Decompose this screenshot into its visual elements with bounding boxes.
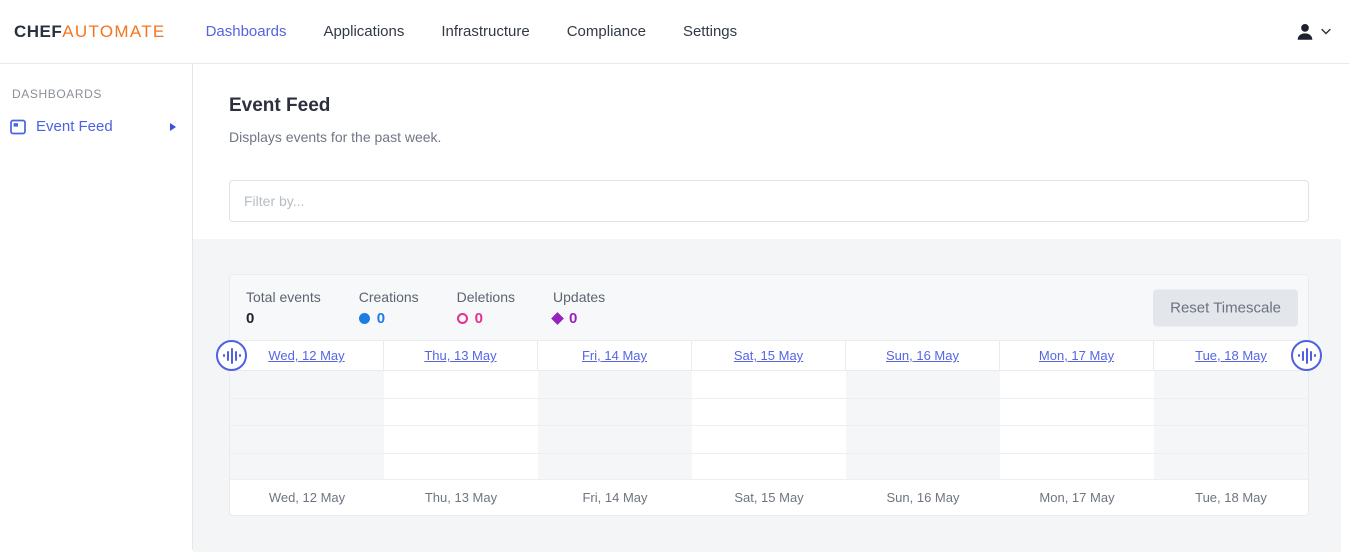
day-header-link[interactable]: Fri, 14 May bbox=[582, 348, 647, 363]
timeline-axis-labels: Wed, 12 May Thu, 13 May Fri, 14 May Sat,… bbox=[230, 480, 1308, 515]
user-profile-icon bbox=[1294, 21, 1316, 43]
nav-compliance[interactable]: Compliance bbox=[567, 23, 646, 40]
deletion-marker-icon bbox=[457, 313, 468, 324]
update-marker-icon bbox=[551, 312, 564, 325]
stat-label: Total events bbox=[246, 289, 321, 305]
top-navbar: CHEFAUTOMATE Dashboards Applications Inf… bbox=[0, 0, 1349, 64]
stat-value: 0 bbox=[246, 310, 321, 327]
stat-total-events: Total events 0 bbox=[246, 289, 321, 327]
day-axis-label: Fri, 14 May bbox=[538, 490, 692, 505]
page-title: Event Feed bbox=[229, 95, 1349, 117]
filter-input[interactable] bbox=[229, 180, 1309, 222]
nav-settings[interactable]: Settings bbox=[683, 23, 737, 40]
main-nav: Dashboards Applications Infrastructure C… bbox=[206, 23, 738, 40]
stat-deletions: Deletions 0 bbox=[457, 289, 515, 327]
timeline-grid bbox=[230, 371, 1308, 480]
day-header-link[interactable]: Wed, 12 May bbox=[268, 348, 344, 363]
day-header-link[interactable]: Sun, 16 May bbox=[886, 348, 959, 363]
sidebar: DASHBOARDS Event Feed bbox=[0, 64, 193, 550]
day-axis-label: Mon, 17 May bbox=[1000, 490, 1154, 505]
nav-dashboards[interactable]: Dashboards bbox=[206, 23, 287, 40]
stat-label: Updates bbox=[553, 289, 605, 305]
chef-automate-logo[interactable]: CHEFAUTOMATE bbox=[14, 22, 166, 42]
user-menu[interactable] bbox=[1294, 21, 1335, 43]
logo-automate-text: AUTOMATE bbox=[62, 22, 165, 41]
nav-applications[interactable]: Applications bbox=[323, 23, 404, 40]
event-stats-row: Total events 0 Creations 0 Deletions bbox=[230, 275, 1308, 340]
grid-line bbox=[230, 398, 1308, 399]
timeline-day-headers: Wed, 12 May Thu, 13 May Fri, 14 May Sat,… bbox=[230, 340, 1308, 371]
grid-line bbox=[230, 425, 1308, 426]
nav-infrastructure[interactable]: Infrastructure bbox=[441, 23, 529, 40]
event-feed-panel: Total events 0 Creations 0 Deletions bbox=[193, 239, 1341, 552]
day-axis-label: Tue, 18 May bbox=[1154, 490, 1308, 505]
stat-value: 0 bbox=[457, 310, 515, 327]
stat-updates: Updates 0 bbox=[553, 289, 605, 327]
timescale-handle-right-icon[interactable] bbox=[1291, 340, 1322, 371]
day-header-link[interactable]: Tue, 18 May bbox=[1195, 348, 1267, 363]
day-axis-label: Wed, 12 May bbox=[230, 490, 384, 505]
day-axis-label: Sat, 15 May bbox=[692, 490, 846, 505]
stat-label: Creations bbox=[359, 289, 419, 305]
day-header-link[interactable]: Thu, 13 May bbox=[424, 348, 496, 363]
stat-value: 0 bbox=[553, 310, 605, 327]
page-subtitle: Displays events for the past week. bbox=[229, 129, 1349, 145]
day-header-link[interactable]: Sat, 15 May bbox=[734, 348, 803, 363]
main-content: Event Feed Displays events for the past … bbox=[193, 64, 1349, 550]
chevron-down-icon bbox=[1321, 28, 1331, 35]
creation-marker-icon bbox=[359, 313, 370, 324]
reset-timescale-button[interactable]: Reset Timescale bbox=[1153, 289, 1298, 326]
stat-label: Deletions bbox=[457, 289, 515, 305]
sidebar-item-event-feed[interactable]: Event Feed bbox=[10, 118, 182, 135]
sidebar-heading: DASHBOARDS bbox=[10, 87, 182, 101]
day-header-link[interactable]: Mon, 17 May bbox=[1039, 348, 1114, 363]
day-axis-label: Thu, 13 May bbox=[384, 490, 538, 505]
stat-value: 0 bbox=[359, 310, 419, 327]
timescale-handle-left-icon[interactable] bbox=[216, 340, 247, 371]
stat-creations: Creations 0 bbox=[359, 289, 419, 327]
day-axis-label: Sun, 16 May bbox=[846, 490, 1000, 505]
sidebar-item-label: Event Feed bbox=[36, 118, 113, 135]
expand-arrow-icon[interactable] bbox=[170, 123, 176, 131]
grid-line bbox=[230, 453, 1308, 454]
event-timeline-card: Total events 0 Creations 0 Deletions bbox=[229, 274, 1309, 516]
event-feed-icon bbox=[10, 119, 26, 135]
logo-chef-text: CHEF bbox=[14, 22, 62, 41]
